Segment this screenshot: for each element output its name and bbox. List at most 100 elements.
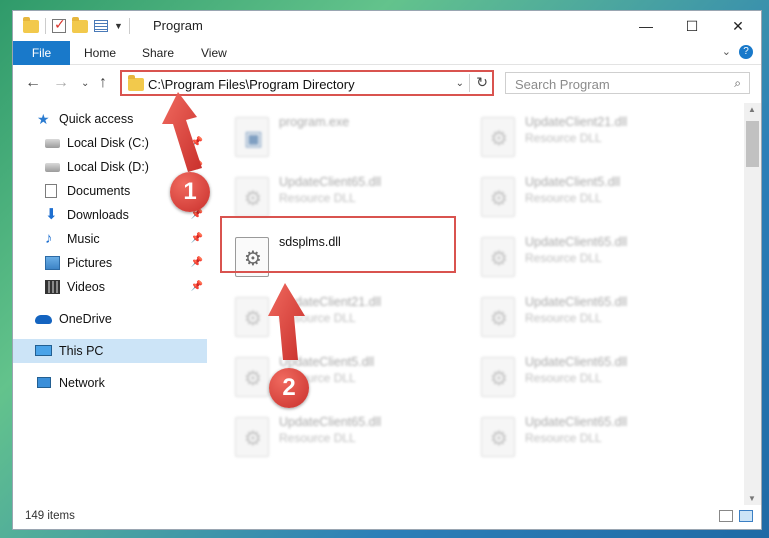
view-toggles [719,510,753,522]
file-item[interactable]: UpdateClient65.dll Resource DLL [229,409,465,465]
downloads-icon: ⬇ [45,206,58,223]
file-item[interactable]: UpdateClient65.dll Resource DLL [475,289,711,345]
file-name: UpdateClient5.dll [279,355,375,369]
disk-icon [45,139,60,148]
ribbon-tabs: File Home Share View ⌄ ? [13,41,761,65]
file-item[interactable]: UpdateClient21.dll Resource DLL [475,109,711,165]
file-type: Resource DLL [279,191,356,205]
scroll-down-icon[interactable]: ▼ [748,494,756,503]
sidebar-item-label: This PC [59,344,104,358]
dll-file-icon [235,417,269,457]
sidebar-item-label: OneDrive [59,312,112,326]
file-item[interactable]: UpdateClient5.dll Resource DLL [229,349,465,405]
sidebar-item-label: Pictures [67,256,113,270]
sidebar-item-label: Local Disk (D:) [67,160,149,174]
file-type: Resource DLL [525,191,602,205]
sidebar-item-label: Documents [67,184,131,198]
address-bar[interactable]: C:\Program Files\Program Directory ⌄ ↻ [120,70,494,96]
file-item[interactable]: UpdateClient65.dll Resource DLL [475,229,711,285]
address-path[interactable]: C:\Program Files\Program Directory [148,77,355,92]
file-name: UpdateClient65.dll [279,415,382,429]
expand-ribbon-icon[interactable]: ⌄ [722,45,731,58]
large-icons-view-icon[interactable] [739,510,753,522]
up-button[interactable]: ↑ [99,74,107,92]
properties-icon[interactable] [94,20,108,32]
divider [45,18,46,34]
tab-home[interactable]: Home [70,41,130,65]
dll-file-icon [235,357,269,397]
file-item[interactable]: UpdateClient21.dll Resource DLL [229,289,465,345]
vertical-scrollbar[interactable]: ▲ ▼ [744,103,761,505]
file-item[interactable]: UpdateClient65.dll Resource DLL [475,409,711,465]
dll-file-icon [481,297,515,337]
dll-file-icon [235,297,269,337]
tab-view[interactable]: View [187,41,241,65]
sidebar-item-label: Local Disk (C:) [67,136,149,150]
scroll-up-icon[interactable]: ▲ [748,105,756,114]
minimize-button[interactable]: — [623,11,669,41]
dll-file-icon [481,117,515,157]
address-dropdown-icon[interactable]: ⌄ [456,78,464,89]
file-type: Resource DLL [525,311,602,325]
file-type: Resource DLL [525,431,602,445]
forward-button[interactable]: → [53,74,69,92]
file-item[interactable]: program.exe [229,109,465,165]
file-name: UpdateClient65.dll [279,175,382,189]
recent-locations-icon[interactable]: ⌄ [81,78,89,89]
navigation-pane: ★ Quick access Local Disk (C:) 📌 Local D… [13,107,207,507]
customize-dropdown-icon[interactable]: ▼ [114,21,123,31]
file-name: UpdateClient65.dll [525,295,628,309]
search-icon[interactable]: ⌕ [734,76,741,91]
pictures-icon [45,256,60,270]
title-bar: ▼ Program — ☐ ✕ [13,11,761,41]
sidebar-item-label: Music [67,232,100,246]
pin-icon[interactable]: 📌 [191,275,203,299]
sidebar-item-quick-access[interactable]: ★ Quick access [13,107,207,131]
onedrive-icon [35,315,52,324]
exe-file-icon [235,117,269,157]
file-type: Resource DLL [279,431,356,445]
file-type: Resource DLL [279,311,356,325]
close-button[interactable]: ✕ [715,11,761,41]
search-placeholder[interactable]: Search Program [515,77,610,92]
sidebar-item-this-pc[interactable]: This PC [13,339,207,363]
sidebar-item-music[interactable]: ♪ Music 📌 [13,227,207,251]
sidebar-item-pictures[interactable]: Pictures 📌 [13,251,207,275]
file-type: Resource DLL [525,371,602,385]
file-name: UpdateClient65.dll [525,415,628,429]
file-item[interactable]: UpdateClient5.dll Resource DLL [475,169,711,225]
highlight-box [220,216,456,273]
tab-share[interactable]: Share [128,41,188,65]
navigation-bar: ← → ⌄ ↑ C:\Program Files\Program Directo… [13,66,761,100]
folder-icon [23,16,39,33]
new-folder-icon[interactable] [72,16,88,33]
step-badge-2: 2 [269,368,309,408]
search-box[interactable]: Search Program ⌕ [505,72,750,94]
file-name: UpdateClient65.dll [525,235,628,249]
quick-access-toolbar: ▼ [23,16,130,34]
file-name: UpdateClient5.dll [525,175,621,189]
sidebar-item-videos[interactable]: Videos 📌 [13,275,207,299]
help-icon[interactable]: ? [739,45,753,59]
pin-icon[interactable]: 📌 [191,227,203,251]
maximize-button[interactable]: ☐ [669,11,715,41]
scroll-thumb[interactable] [746,121,759,167]
tab-file[interactable]: File [13,41,70,65]
pin-icon[interactable]: 📌 [191,131,203,155]
disk-icon [45,163,60,172]
sidebar-item-label: Quick access [59,112,134,126]
file-item[interactable]: UpdateClient65.dll Resource DLL [475,349,711,405]
dll-file-icon [481,357,515,397]
item-count: 149 items [25,510,75,522]
pin-icon[interactable]: 📌 [191,251,203,275]
divider [469,74,470,92]
videos-icon [45,280,60,294]
back-button[interactable]: ← [25,74,41,92]
sidebar-item-onedrive[interactable]: OneDrive [13,307,207,331]
details-view-icon[interactable] [719,510,733,522]
sidebar-item-network[interactable]: Network [13,371,207,395]
sidebar-item-label: Network [59,376,105,390]
refresh-icon[interactable]: ↻ [476,74,488,91]
sidebar-item-local-disk-c[interactable]: Local Disk (C:) 📌 [13,131,207,155]
properties-check-icon[interactable] [52,16,66,33]
